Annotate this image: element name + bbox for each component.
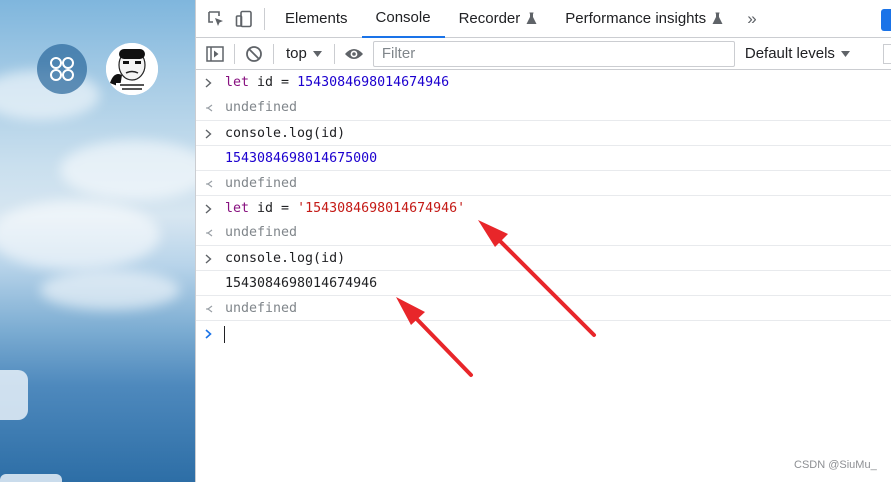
context-label: top bbox=[286, 45, 307, 62]
more-tabs-button[interactable]: » bbox=[737, 9, 764, 29]
console-result-row: undefined bbox=[196, 170, 891, 195]
console-log-row: 1543084698014674946 bbox=[196, 270, 891, 295]
log-output[interactable]: 1543084698014675000 bbox=[225, 151, 377, 166]
text-caret bbox=[224, 326, 225, 343]
devtools-tab-bar: Elements Console Recorder Performance in… bbox=[196, 0, 891, 38]
console-prompt[interactable] bbox=[196, 320, 891, 346]
side-widget[interactable] bbox=[0, 370, 28, 420]
result-text: undefined bbox=[225, 225, 298, 240]
chevron-right-icon bbox=[205, 196, 212, 221]
code-text: id = bbox=[249, 200, 298, 216]
watermark: CSDN @SiuMu_ bbox=[794, 459, 877, 471]
context-selector[interactable]: top bbox=[278, 45, 330, 62]
tab-elements[interactable]: Elements bbox=[271, 0, 362, 38]
live-expression-eye-icon[interactable] bbox=[339, 39, 369, 69]
dropdown-arrow-icon bbox=[840, 50, 850, 57]
apps-grid-icon[interactable] bbox=[37, 44, 87, 94]
return-arrow-icon bbox=[205, 95, 214, 120]
log-levels-dropdown[interactable]: Default levels bbox=[735, 45, 850, 62]
flask-icon bbox=[526, 12, 537, 24]
filter-placeholder: Filter bbox=[381, 45, 416, 62]
dropdown-arrow-icon bbox=[312, 50, 322, 57]
device-toolbar-icon[interactable] bbox=[230, 5, 258, 33]
tab-label: Recorder bbox=[458, 10, 521, 27]
console-output: let id = 1543084698014674946 undefined c… bbox=[196, 70, 891, 346]
tab-separator bbox=[264, 7, 265, 30]
inspect-element-icon[interactable] bbox=[202, 5, 230, 33]
keyword: let bbox=[225, 75, 250, 90]
toolbar-separator bbox=[273, 43, 274, 64]
console-code: let id = 1543084698014674946 bbox=[225, 75, 449, 90]
console-log-row: 1543084698014675000 bbox=[196, 145, 891, 170]
background-page bbox=[0, 0, 195, 482]
bottom-widget bbox=[0, 474, 62, 482]
chevron-right-icon bbox=[205, 121, 212, 146]
number-literal: 1543084698014674946 bbox=[297, 75, 450, 90]
console-input-row: let id = '1543084698014674946' bbox=[196, 195, 891, 220]
settings-button-edge[interactable] bbox=[883, 44, 891, 64]
console-input-row: console.log(id) bbox=[196, 120, 891, 145]
return-arrow-icon bbox=[205, 171, 214, 196]
user-avatar[interactable] bbox=[106, 43, 158, 95]
cloud bbox=[40, 270, 180, 310]
log-output[interactable]: 1543084698014674946 bbox=[225, 276, 377, 291]
clear-console-icon[interactable] bbox=[239, 39, 269, 69]
cloud bbox=[60, 140, 195, 200]
tab-label: Elements bbox=[285, 10, 348, 27]
log-levels-label: Default levels bbox=[744, 45, 835, 62]
console-input-row: let id = 1543084698014674946 bbox=[196, 70, 891, 95]
string-literal: '1543084698014674946' bbox=[297, 200, 466, 216]
issues-badge[interactable] bbox=[881, 9, 891, 31]
tab-performance-insights[interactable]: Performance insights bbox=[551, 0, 737, 38]
console-code: console.log(id) bbox=[225, 250, 346, 266]
console-code: let id = '1543084698014674946' bbox=[225, 201, 465, 216]
result-text: undefined bbox=[225, 300, 298, 316]
filter-input[interactable]: Filter bbox=[372, 40, 735, 67]
return-arrow-icon bbox=[205, 296, 214, 321]
cloud bbox=[0, 200, 160, 270]
prompt-chevron-icon bbox=[205, 321, 212, 346]
result-text: undefined bbox=[225, 100, 298, 115]
toolbar-separator bbox=[333, 43, 335, 64]
devtools-panel: Elements Console Recorder Performance in… bbox=[195, 0, 891, 482]
console-result-row: undefined bbox=[196, 220, 891, 245]
tab-label: Console bbox=[375, 9, 431, 26]
result-text: undefined bbox=[225, 175, 298, 191]
console-result-row: undefined bbox=[196, 95, 891, 120]
chevron-right-icon bbox=[205, 70, 212, 95]
chevron-right-icon bbox=[205, 246, 212, 271]
toolbar-separator bbox=[234, 43, 235, 64]
console-input-row: console.log(id) bbox=[196, 245, 891, 270]
show-sidebar-icon[interactable] bbox=[200, 39, 230, 69]
console-code: console.log(id) bbox=[225, 125, 346, 141]
flask-icon bbox=[712, 12, 723, 24]
return-arrow-icon bbox=[205, 220, 214, 245]
tab-console[interactable]: Console bbox=[361, 0, 445, 38]
tab-recorder[interactable]: Recorder bbox=[445, 0, 552, 38]
keyword: let bbox=[225, 200, 250, 216]
console-result-row: undefined bbox=[196, 295, 891, 320]
code-text: id = bbox=[249, 75, 298, 90]
console-toolbar: top Filter Default levels bbox=[196, 38, 891, 70]
tab-label: Performance insights bbox=[565, 10, 707, 27]
